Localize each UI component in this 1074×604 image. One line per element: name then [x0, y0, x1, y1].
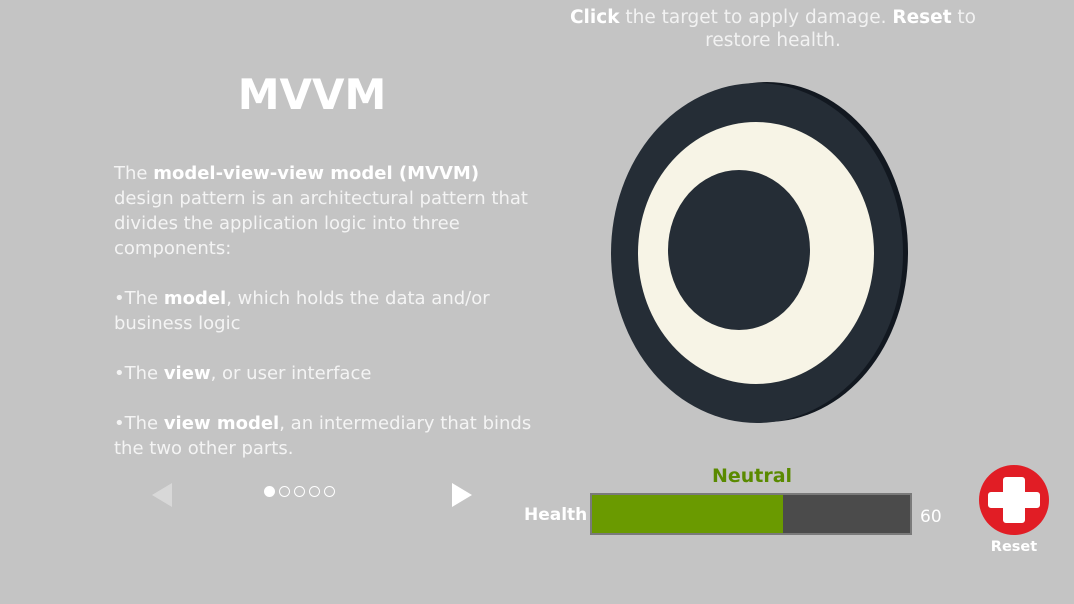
reset-button[interactable]	[978, 464, 1050, 536]
page-dot[interactable]	[324, 486, 335, 497]
damage-target[interactable]	[606, 82, 916, 427]
page-dot[interactable]	[279, 486, 290, 497]
instructions-text: Click the target to apply damage. Reset …	[548, 6, 998, 52]
health-bar	[590, 493, 912, 535]
page-dot[interactable]	[294, 486, 305, 497]
previous-page-button[interactable]	[148, 480, 176, 510]
next-page-button[interactable]	[448, 480, 476, 510]
instructions-reset-word: Reset	[892, 7, 952, 28]
reset-label: Reset	[990, 539, 1038, 555]
panel-item-view: •The view, or user interface	[114, 361, 534, 386]
panel-item1-pre: •The	[114, 288, 164, 309]
status-label: Neutral	[711, 465, 793, 487]
panel-item2-bold: view	[163, 363, 211, 384]
page-indicator	[264, 486, 335, 500]
chevron-right-icon	[452, 483, 472, 507]
panel-item2-post: , or user interface	[210, 363, 372, 384]
health-value: 60	[920, 507, 942, 527]
chevron-left-icon	[152, 483, 172, 507]
panel-intro: The model-view-view model (MVVM) design …	[114, 161, 534, 261]
panel-item-view-model: •The view model, an intermediary that bi…	[114, 411, 534, 461]
panel-item2-pre: •The	[114, 363, 164, 384]
instructions-part1: the target to apply damage.	[619, 7, 893, 28]
panel-item-model: •The model, which holds the data and/or …	[114, 286, 534, 336]
health-bar-fill	[592, 495, 783, 533]
panel-intro-post: design pattern is an architectural patte…	[114, 188, 528, 259]
panel-item1-bold: model	[163, 288, 227, 309]
panel-intro-pre: The	[114, 163, 154, 184]
target-icon	[611, 82, 908, 423]
panel-item3-pre: •The	[114, 413, 164, 434]
panel-body: The model-view-view model (MVVM) design …	[114, 161, 534, 486]
panel-item3-bold: view model	[163, 413, 280, 434]
page-dot[interactable]	[309, 486, 320, 497]
medical-cross-icon	[979, 465, 1049, 535]
health-label: Health	[524, 505, 588, 525]
panel-title: MVVM	[237, 70, 387, 119]
panel-intro-bold: model-view-view model (MVVM)	[153, 163, 480, 184]
page-dot[interactable]	[264, 486, 275, 497]
instructions-click-word: Click	[569, 7, 620, 28]
